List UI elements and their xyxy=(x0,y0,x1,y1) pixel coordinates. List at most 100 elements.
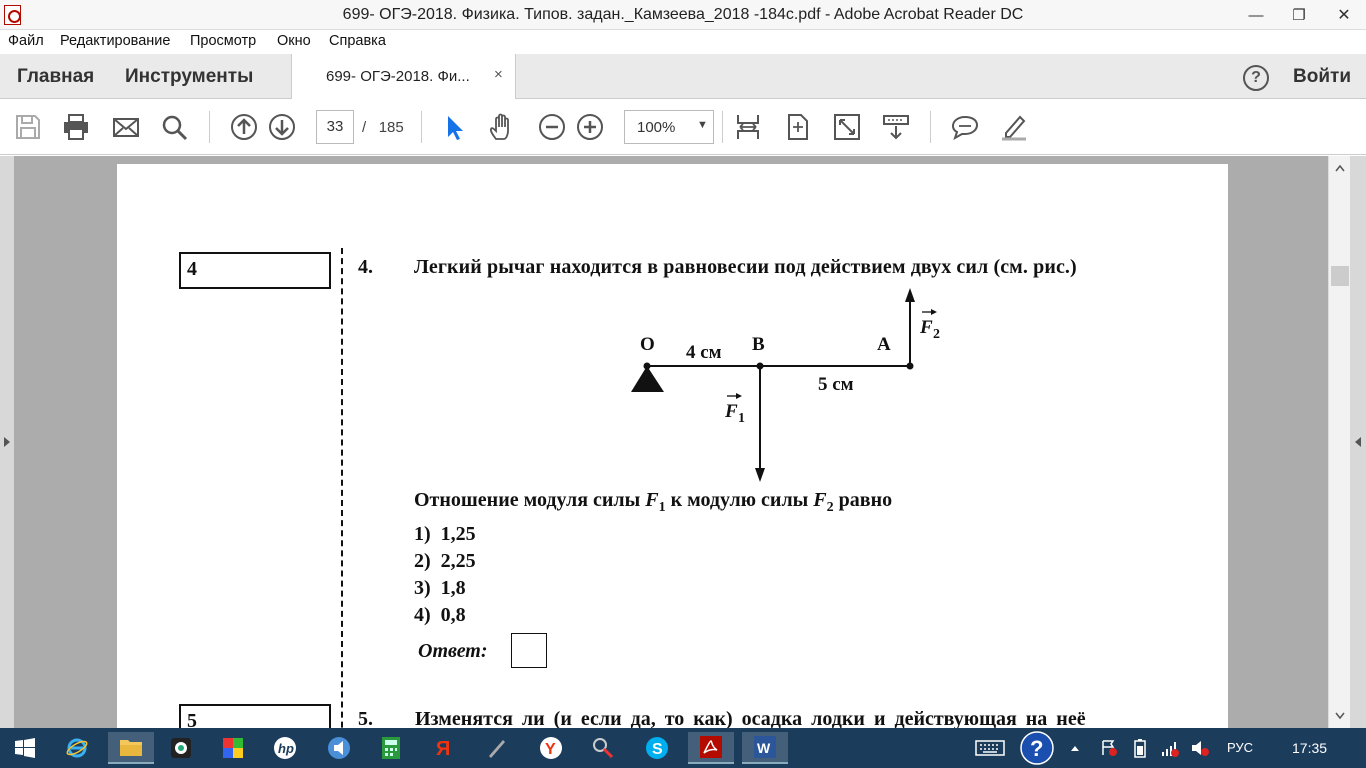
answer-box xyxy=(511,633,547,668)
f2-subscript: 2 xyxy=(933,327,940,342)
svg-text:W: W xyxy=(757,740,771,756)
taskbar-word[interactable]: W xyxy=(742,732,788,764)
menu-window[interactable]: Окно xyxy=(277,33,311,49)
prompt-f1: F xyxy=(645,489,659,511)
toolbar-separator xyxy=(209,111,210,143)
volume-icon[interactable] xyxy=(1190,738,1210,758)
keyboard-icon[interactable] xyxy=(975,740,1005,756)
page-number-input[interactable]: 33 xyxy=(316,110,354,144)
print-icon[interactable] xyxy=(62,113,90,141)
label-a: А xyxy=(877,334,891,355)
svg-text:Y: Y xyxy=(545,741,556,758)
taskbar-ie[interactable] xyxy=(54,732,100,764)
taskbar-app[interactable] xyxy=(316,732,362,764)
taskbar-app[interactable] xyxy=(474,732,520,764)
camera-app-icon xyxy=(171,738,191,758)
answer-option-2: 2) 2,25 xyxy=(414,550,476,572)
taskbar-skype[interactable]: S xyxy=(634,732,680,764)
distance-ob: 4 см xyxy=(686,342,722,363)
action-center-icon[interactable] xyxy=(1100,739,1118,757)
battery-icon[interactable] xyxy=(1134,738,1146,758)
minimize-button[interactable]: — xyxy=(1236,0,1276,30)
menu-bar: Файл Редактирование Просмотр Окно Справк… xyxy=(0,30,1366,54)
clock[interactable]: 17:35 xyxy=(1292,740,1327,756)
taskbar-app[interactable]: Y xyxy=(528,732,574,764)
prompt-f1-subscript: 1 xyxy=(658,500,666,515)
vertical-scrollbar[interactable] xyxy=(1328,156,1350,728)
fit-page-icon[interactable] xyxy=(784,113,812,141)
taskbar-app[interactable] xyxy=(210,732,256,764)
taskbar-app[interactable]: hp xyxy=(262,732,308,764)
previous-page-icon[interactable] xyxy=(230,113,258,141)
distance-ba: 5 см xyxy=(818,374,854,395)
email-icon[interactable] xyxy=(112,113,140,141)
zoom-select[interactable]: 100% ▼ xyxy=(624,110,714,144)
hand-tool-icon[interactable] xyxy=(488,113,516,141)
windows-icon xyxy=(15,738,35,758)
prompt-part-2: к модулю силы xyxy=(665,489,814,511)
save-icon[interactable] xyxy=(14,113,42,141)
prompt-f2: F xyxy=(813,489,827,511)
language-indicator[interactable]: РУС xyxy=(1227,740,1253,755)
scrollbar-thumb[interactable] xyxy=(1331,266,1349,286)
menu-edit[interactable]: Редактирование xyxy=(60,33,170,49)
tab-home[interactable]: Главная xyxy=(17,66,94,88)
document-viewer[interactable]: 4 4. Легкий рычаг находится в равновесии… xyxy=(0,156,1366,768)
chevron-right-icon[interactable] xyxy=(3,436,11,448)
menu-help[interactable]: Справка xyxy=(329,33,386,49)
comment-icon[interactable] xyxy=(951,113,979,141)
scroll-mode-icon[interactable] xyxy=(882,113,910,141)
answer-option-3: 3) 1,8 xyxy=(414,577,466,599)
network-icon[interactable] xyxy=(1160,738,1180,758)
select-tool-icon[interactable] xyxy=(440,113,468,141)
f2-label: F xyxy=(919,317,933,338)
page-total: / 185 xyxy=(362,119,404,136)
yandex-browser-icon: Y xyxy=(540,737,562,759)
folder-icon xyxy=(120,740,142,756)
next-page-icon[interactable] xyxy=(268,113,296,141)
close-button[interactable]: ✕ xyxy=(1322,0,1366,30)
svg-text:hp: hp xyxy=(278,741,294,756)
skype-icon: S xyxy=(646,737,668,759)
tab-close-icon[interactable]: × xyxy=(494,66,503,83)
help-tray-icon[interactable]: ? xyxy=(1020,731,1054,765)
point-o xyxy=(643,362,651,370)
taskbar-app[interactable] xyxy=(158,732,204,764)
tool-app-icon xyxy=(593,738,614,759)
taskbar-app[interactable] xyxy=(580,732,626,764)
f1-label: F xyxy=(724,401,738,422)
start-button[interactable] xyxy=(2,732,48,764)
full-screen-icon[interactable] xyxy=(833,113,861,141)
taskbar-app[interactable]: Я xyxy=(420,732,466,764)
search-icon[interactable] xyxy=(160,113,188,141)
media-app-icon xyxy=(223,738,243,758)
scroll-down-icon[interactable] xyxy=(1335,712,1345,720)
chevron-left-icon[interactable] xyxy=(1354,436,1362,448)
taskbar-app[interactable] xyxy=(368,732,414,764)
f2-vector-head xyxy=(931,309,937,315)
pen-tool-icon xyxy=(489,740,505,758)
maximize-button[interactable]: ❐ xyxy=(1276,0,1322,30)
left-panel-toggle[interactable] xyxy=(0,156,14,728)
show-hidden-icons-icon[interactable] xyxy=(1070,744,1080,752)
zoom-out-icon[interactable] xyxy=(538,113,566,141)
sign-in-button[interactable]: Войти xyxy=(1293,66,1351,88)
right-panel-toggle[interactable] xyxy=(1350,156,1366,728)
calculator-icon xyxy=(382,737,400,759)
fit-width-icon[interactable] xyxy=(734,113,762,141)
help-icon[interactable]: ? xyxy=(1243,65,1269,91)
highlight-pen-icon[interactable] xyxy=(1000,113,1028,141)
answer-label: Ответ: xyxy=(418,640,488,662)
tab-document[interactable]: 699- ОГЭ-2018. Фи... × xyxy=(291,54,516,99)
tab-bar: Главная Инструменты 699- ОГЭ-2018. Фи...… xyxy=(0,54,1366,99)
scroll-up-icon[interactable] xyxy=(1335,164,1345,172)
taskbar-acrobat[interactable] xyxy=(688,732,734,764)
zoom-in-icon[interactable] xyxy=(576,113,604,141)
yandex-icon: Я xyxy=(436,738,450,760)
menu-file[interactable]: Файл xyxy=(8,33,44,49)
svg-text:Я: Я xyxy=(436,738,450,760)
taskbar-explorer[interactable] xyxy=(108,732,154,764)
f2-arrow-head xyxy=(905,288,915,302)
tab-tools[interactable]: Инструменты xyxy=(125,66,253,88)
menu-view[interactable]: Просмотр xyxy=(190,33,256,49)
